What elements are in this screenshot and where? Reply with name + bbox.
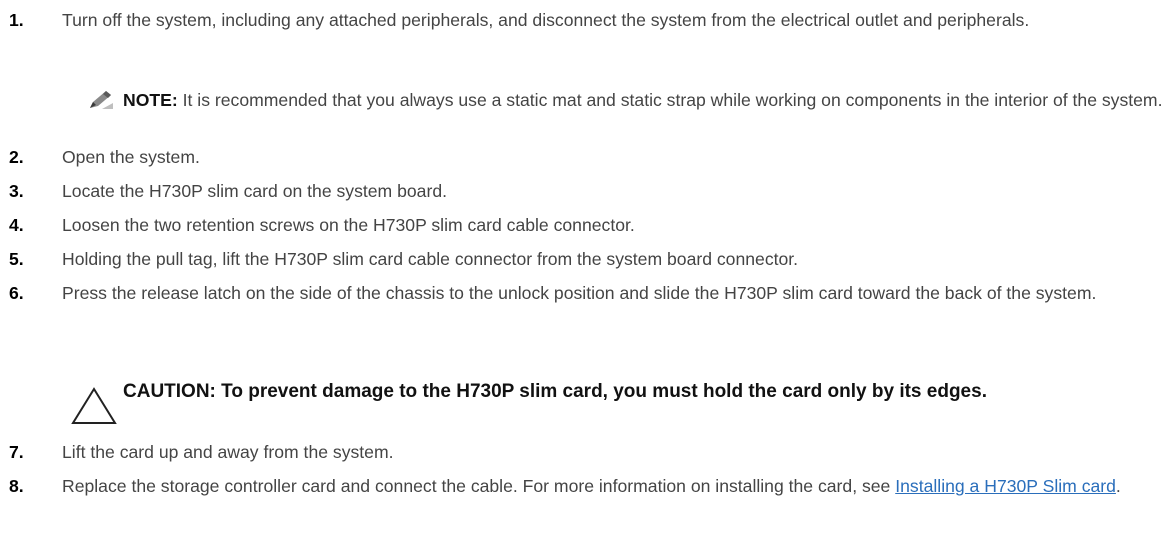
step-number: 1. — [9, 10, 24, 30]
step-text: Locate the H730P slim card on the system… — [62, 181, 447, 201]
caution-text: CAUTION: To prevent damage to the H730P … — [123, 381, 987, 402]
step-number: 7. — [9, 442, 24, 462]
procedure-page: 1. Turn off the system, including any at… — [0, 0, 1175, 537]
note-label: NOTE: — [123, 90, 178, 110]
note-block: NOTE: It is recommended that you always … — [123, 88, 1171, 113]
pencil-note-icon — [90, 91, 113, 109]
step-text-body: Replace the storage controller card and … — [62, 476, 896, 496]
note-text: It is recommended that you always use a … — [177, 90, 1163, 110]
step-number: 4. — [9, 215, 24, 235]
step-text: Lift the card up and away from the syste… — [62, 442, 394, 462]
step-text: Open the system. — [62, 147, 200, 167]
step-text: Turn off the system, including any attac… — [62, 10, 1030, 30]
step-number: 3. — [9, 181, 24, 201]
caution-triangle-icon — [71, 387, 117, 424]
step-number: 5. — [9, 249, 24, 269]
step-number: 2. — [9, 147, 24, 167]
step-number: 6. — [9, 283, 24, 303]
step-text: Press the release latch on the side of t… — [62, 283, 1097, 303]
step-text-suffix: . — [1115, 476, 1121, 496]
step-text: Loosen the two retention screws on the H… — [62, 215, 635, 235]
step-number: 8. — [9, 476, 24, 496]
install-card-link[interactable]: Installing a H730P Slim card — [895, 476, 1116, 496]
step-text: Replace the storage controller card and … — [62, 474, 1171, 498]
step-text: Holding the pull tag, lift the H730P sli… — [62, 249, 799, 269]
